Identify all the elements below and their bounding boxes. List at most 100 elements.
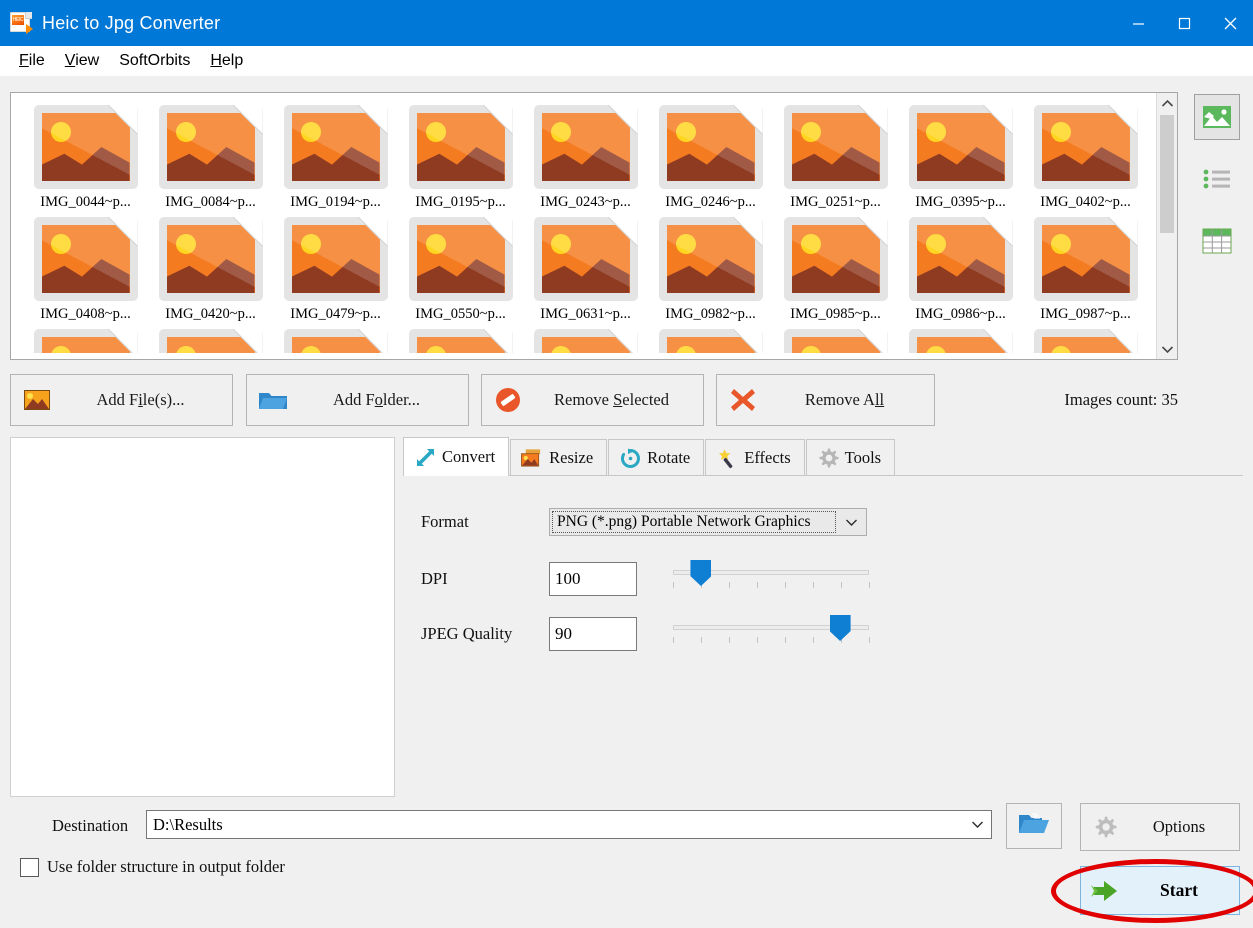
thumbnail-image: [282, 215, 390, 303]
thumbnail-item[interactable]: [773, 327, 898, 353]
options-button[interactable]: Options: [1080, 803, 1240, 851]
tab-effects[interactable]: Effects: [705, 439, 804, 476]
thumbnail-item[interactable]: IMG_0084~p...: [148, 103, 273, 211]
thumbnail-image: [907, 327, 1015, 353]
remove-selected-label: Remove Selected: [534, 390, 703, 410]
close-button[interactable]: [1207, 0, 1253, 46]
thumbnail-grid: IMG_0044~p...IMG_0084~p...IMG_0194~p...I…: [11, 93, 1155, 353]
destination-input[interactable]: D:\Results: [146, 810, 992, 839]
thumbnail-item[interactable]: [23, 327, 148, 353]
thumbnail-item[interactable]: IMG_0408~p...: [23, 215, 148, 323]
thumbnail-item[interactable]: IMG_0195~p...: [398, 103, 523, 211]
thumbnail-item[interactable]: IMG_0402~p...: [1023, 103, 1148, 211]
chevron-down-icon[interactable]: [836, 518, 866, 527]
tab-resize[interactable]: Resize: [510, 439, 607, 476]
maximize-button[interactable]: [1161, 0, 1207, 46]
jpeg-quality-row: JPEG Quality 90: [421, 613, 869, 655]
thumbnail-label: IMG_0084~p...: [165, 194, 255, 211]
thumbnail-item[interactable]: IMG_0631~p...: [523, 215, 648, 323]
app-icon: HEIC: [10, 12, 32, 34]
thumbnail-image: [782, 103, 890, 191]
jpeg-quality-label: JPEG Quality: [421, 624, 549, 644]
menu-help[interactable]: Help: [200, 50, 253, 72]
thumbnail-item[interactable]: IMG_0987~p...: [1023, 215, 1148, 323]
minimize-button[interactable]: [1115, 0, 1161, 46]
scroll-down-icon[interactable]: [1157, 339, 1177, 359]
jpeg-quality-slider[interactable]: [673, 613, 869, 655]
thumbnail-item[interactable]: IMG_0982~p...: [648, 215, 773, 323]
remove-all-button[interactable]: Remove All: [716, 374, 935, 426]
gear-icon: [1081, 815, 1129, 839]
rotate-icon: [619, 447, 641, 469]
thumbnail-item[interactable]: [148, 327, 273, 353]
thumbnail-image: [157, 103, 265, 191]
tab-tools[interactable]: Tools: [806, 439, 895, 476]
remove-selected-button[interactable]: Remove Selected: [481, 374, 704, 426]
thumbnail-item[interactable]: [273, 327, 398, 353]
thumbnail-label: IMG_0982~p...: [665, 306, 755, 323]
thumbnail-item[interactable]: IMG_0246~p...: [648, 103, 773, 211]
magic-wand-icon: [716, 447, 738, 469]
chevron-down-icon[interactable]: [963, 820, 991, 829]
thumbnail-item[interactable]: IMG_0251~p...: [773, 103, 898, 211]
add-folder-button[interactable]: Add Folder...: [246, 374, 469, 426]
menu-view[interactable]: View: [55, 50, 109, 72]
green-arrow-icon: [1081, 880, 1133, 902]
thumbnail-image: [657, 215, 765, 303]
thumbnail-label: IMG_0195~p...: [415, 194, 505, 211]
thumbnail-label: IMG_0479~p...: [290, 306, 380, 323]
thumbnail-image: [782, 215, 890, 303]
list-view-button[interactable]: [1194, 156, 1240, 202]
thumbnail-item[interactable]: IMG_0986~p...: [898, 215, 1023, 323]
dpi-input[interactable]: 100: [549, 562, 637, 596]
use-folder-structure-checkbox[interactable]: [20, 858, 39, 877]
thumbnail-item[interactable]: IMG_0985~p...: [773, 215, 898, 323]
thumbnail-image: [157, 327, 265, 353]
thumbnail-item[interactable]: [398, 327, 523, 353]
format-select[interactable]: PNG (*.png) Portable Network Graphics: [549, 508, 867, 536]
settings-tab-area: Convert Resize Rotate: [403, 437, 1243, 797]
tab-rotate-label: Rotate: [647, 448, 690, 468]
thumbnail-view-button[interactable]: [1194, 94, 1240, 140]
start-button[interactable]: Start: [1080, 866, 1240, 915]
browse-folder-button[interactable]: [1006, 803, 1062, 849]
thumbnail-item[interactable]: [898, 327, 1023, 353]
thumbnail-item[interactable]: IMG_0420~p...: [148, 215, 273, 323]
menu-file[interactable]: File: [9, 50, 55, 72]
thumbnail-image: [1032, 103, 1140, 191]
format-value: PNG (*.png) Portable Network Graphics: [552, 511, 836, 533]
scrollbar-thumb[interactable]: [1160, 115, 1174, 233]
file-actions-row: Add File(s)... Add Folder... Remove Sele…: [10, 374, 1243, 426]
scroll-up-icon[interactable]: [1157, 93, 1177, 113]
gear-icon: [817, 447, 839, 469]
thumbnail-label: IMG_0395~p...: [915, 194, 1005, 211]
tab-convert-label: Convert: [442, 447, 495, 467]
thumbnail-item[interactable]: IMG_0479~p...: [273, 215, 398, 323]
jpeg-quality-input[interactable]: 90: [549, 617, 637, 651]
thumbnail-label: IMG_0251~p...: [790, 194, 880, 211]
thumbnail-item[interactable]: IMG_0243~p...: [523, 103, 648, 211]
thumbnail-image: [1032, 215, 1140, 303]
thumbnail-item[interactable]: [523, 327, 648, 353]
dpi-slider[interactable]: [673, 558, 869, 600]
tab-rotate[interactable]: Rotate: [608, 439, 704, 476]
thumbnail-item[interactable]: IMG_0395~p...: [898, 103, 1023, 211]
thumbnail-item[interactable]: IMG_0550~p...: [398, 215, 523, 323]
destination-value: D:\Results: [147, 815, 963, 835]
thumbnail-label: IMG_0246~p...: [665, 194, 755, 211]
tab-convert[interactable]: Convert: [403, 437, 509, 476]
thumbnail-label: IMG_0402~p...: [1040, 194, 1130, 211]
use-folder-structure-row[interactable]: Use folder structure in output folder: [20, 857, 285, 877]
menu-bar: File View SoftOrbits Help: [0, 46, 1253, 76]
thumbnail-panel[interactable]: IMG_0044~p...IMG_0084~p...IMG_0194~p...I…: [10, 92, 1178, 360]
thumbnail-item[interactable]: IMG_0194~p...: [273, 103, 398, 211]
vertical-scrollbar[interactable]: [1156, 93, 1177, 359]
table-view-button[interactable]: [1194, 218, 1240, 264]
thumbnail-item[interactable]: [1023, 327, 1148, 353]
thumbnail-item[interactable]: [648, 327, 773, 353]
no-entry-icon: [482, 387, 534, 413]
add-files-button[interactable]: Add File(s)...: [10, 374, 233, 426]
convert-panel: Format PNG (*.png) Portable Network Grap…: [403, 475, 1243, 797]
thumbnail-item[interactable]: IMG_0044~p...: [23, 103, 148, 211]
menu-softorbits[interactable]: SoftOrbits: [109, 50, 200, 72]
